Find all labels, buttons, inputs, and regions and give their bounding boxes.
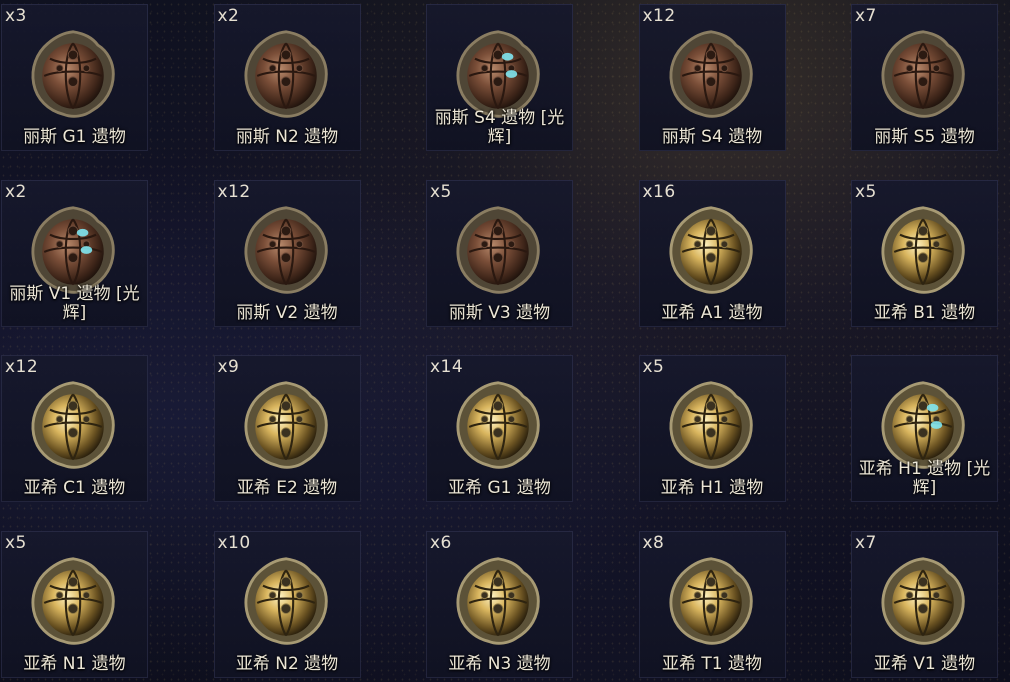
relic-name: 亚希 H1 遗物 (660, 478, 764, 498)
relic-card[interactable]: x5 亚希 H1 遗物 (638, 355, 786, 502)
relic-icon (456, 381, 540, 469)
relic-icon (669, 30, 753, 118)
relic-card[interactable]: x12 亚希 C1 遗物 (1, 355, 148, 502)
relic-name: 亚希 H1 遗物 [光辉] (858, 459, 991, 498)
relic-count: x8 (642, 532, 665, 553)
relic-name: 亚希 N3 遗物 (448, 653, 551, 674)
relic-count: x7 (855, 532, 877, 553)
relic-card[interactable]: x3 丽斯 G1 遗物 (1, 4, 148, 151)
relic-count: x12 (642, 6, 676, 26)
relic-name: 丽斯 G1 遗物 (23, 127, 126, 147)
relic-card[interactable]: 亚希 H1 遗物 [光辉] (851, 355, 998, 502)
relic-card[interactable]: x12 丽斯 V2 遗物 (213, 179, 361, 327)
relic-name: 亚希 A1 遗物 (661, 302, 763, 323)
relic-icon (669, 205, 753, 294)
relic-icon (31, 556, 115, 645)
relic-name: 亚希 B1 遗物 (873, 302, 976, 323)
relic-card[interactable]: x16 亚希 A1 遗物 (638, 179, 786, 327)
relic-icon (244, 556, 328, 645)
relic-icon (31, 30, 115, 118)
relic-count: x12 (5, 357, 39, 377)
relic-name: 亚希 G1 遗物 (448, 478, 551, 498)
relic-icon (456, 556, 540, 645)
relic-icon (669, 381, 753, 469)
relic-count: x12 (217, 181, 251, 202)
relic-icon (669, 556, 753, 645)
relic-count: x5 (642, 357, 665, 377)
relic-name: 丽斯 S4 遗物 [光辉] (434, 108, 565, 147)
relic-name: 亚希 T1 遗物 (661, 653, 762, 674)
relic-icon (31, 381, 115, 469)
relic-count: x16 (642, 181, 676, 202)
relic-name: 丽斯 N2 遗物 (235, 127, 339, 147)
relic-count: x10 (217, 532, 251, 553)
relic-icon (456, 205, 540, 294)
relic-count: x5 (430, 181, 452, 202)
relic-name: 亚希 C1 遗物 (23, 478, 126, 498)
relic-count: x3 (5, 6, 27, 26)
relic-icon (244, 381, 328, 469)
relic-icon (244, 205, 328, 294)
relic-count: x14 (430, 357, 464, 377)
relic-name: 丽斯 S5 遗物 (874, 127, 975, 147)
relic-count: x7 (855, 6, 877, 26)
relic-card[interactable]: x9 亚希 E2 遗物 (213, 355, 361, 502)
relic-name: 亚希 N2 遗物 (235, 653, 339, 674)
relic-inventory-grid: x3 丽斯 G1 遗物 x2 丽斯 N2 遗物 丽斯 S4 遗物 [光辉] x1… (0, 0, 1010, 682)
relic-icon (881, 30, 965, 118)
relic-name: 丽斯 V2 遗物 (236, 302, 338, 323)
relic-card[interactable]: x5 丽斯 V3 遗物 (426, 179, 573, 327)
relic-card[interactable]: x14 亚希 G1 遗物 (426, 355, 573, 502)
relic-count: x5 (5, 532, 27, 553)
relic-card[interactable]: x12 丽斯 S4 遗物 (638, 4, 786, 151)
relic-card[interactable]: x5 亚希 B1 遗物 (851, 179, 998, 327)
relic-card[interactable]: x2 丽斯 V1 遗物 [光辉] (1, 179, 148, 327)
relic-name: 亚希 E2 遗物 (236, 478, 338, 498)
relic-name: 丽斯 V3 遗物 (448, 302, 551, 323)
relic-card[interactable]: 丽斯 S4 遗物 [光辉] (426, 4, 573, 151)
relic-card[interactable]: x8 亚希 T1 遗物 (638, 530, 786, 678)
relic-icon (881, 205, 965, 294)
relic-card[interactable]: x7 丽斯 S5 遗物 (851, 4, 998, 151)
relic-name: 亚希 V1 遗物 (873, 653, 976, 674)
relic-count: x2 (5, 181, 27, 202)
relic-name: 丽斯 V1 遗物 [光辉] (9, 283, 140, 323)
relic-count: x6 (430, 532, 452, 553)
relic-card[interactable]: x2 丽斯 N2 遗物 (213, 4, 361, 151)
relic-icon (244, 30, 328, 118)
relic-card[interactable]: x7 亚希 V1 遗物 (851, 530, 998, 678)
relic-name: 亚希 N1 遗物 (23, 653, 126, 674)
relic-card[interactable]: x6 亚希 N3 遗物 (426, 530, 573, 678)
relic-count: x9 (217, 357, 240, 377)
relic-card[interactable]: x5 亚希 N1 遗物 (1, 530, 148, 678)
relic-count: x2 (217, 6, 240, 26)
relic-name: 丽斯 S4 遗物 (661, 127, 763, 147)
relic-icon (881, 556, 965, 645)
relic-count: x5 (855, 181, 877, 202)
relic-card[interactable]: x10 亚希 N2 遗物 (213, 530, 361, 678)
